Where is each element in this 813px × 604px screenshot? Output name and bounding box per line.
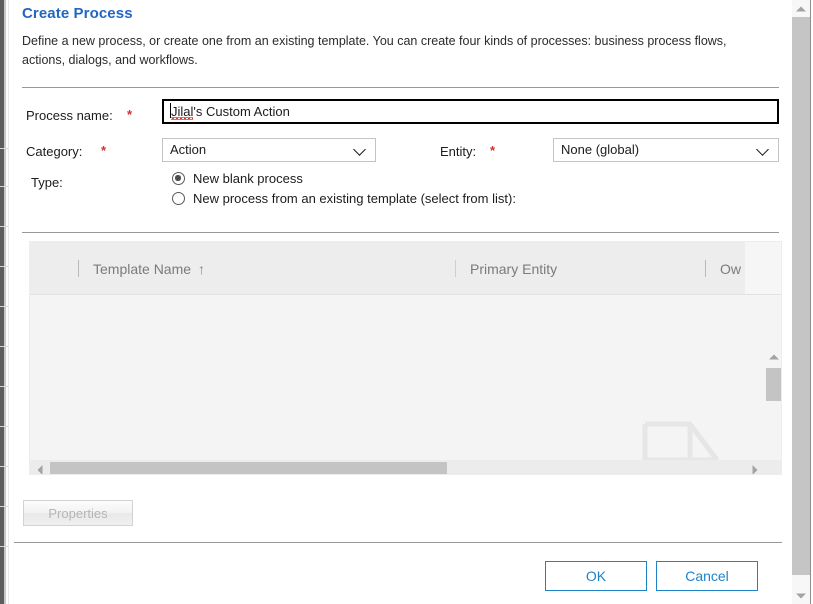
background-row-divider xyxy=(0,306,8,307)
column-divider xyxy=(78,260,79,277)
entity-select[interactable]: None (global) xyxy=(553,138,779,162)
column-header-owner[interactable]: Ow xyxy=(705,260,741,277)
ok-button-label: OK xyxy=(586,568,606,584)
column-header-primary-entity[interactable]: Primary Entity xyxy=(455,260,557,277)
template-grid: Template Name ↑ Primary Entity Ow xyxy=(29,241,782,475)
dialog-surface: Create Process Define a new process, or … xyxy=(8,0,789,604)
page-title: Create Process xyxy=(22,5,133,22)
create-process-dialog-window: Create Process Define a new process, or … xyxy=(0,0,813,604)
scroll-right-arrow-icon xyxy=(752,465,757,475)
window-scroll-thumb[interactable] xyxy=(792,17,810,575)
column-divider xyxy=(705,260,706,277)
template-grid-header: Template Name ↑ Primary Entity Ow xyxy=(30,242,782,295)
cancel-button[interactable]: Cancel xyxy=(656,561,758,591)
process-name-required-marker: * xyxy=(127,107,132,122)
background-row-divider xyxy=(0,226,8,227)
radio-new-blank-process-label: New blank process xyxy=(193,171,303,186)
cancel-button-label: Cancel xyxy=(685,568,729,584)
background-row-divider xyxy=(0,186,8,187)
header-divider xyxy=(22,87,779,88)
chevron-down-icon xyxy=(355,145,366,156)
entity-label: Entity: xyxy=(440,144,476,159)
properties-button-label: Properties xyxy=(48,506,107,521)
background-row-divider xyxy=(0,546,8,547)
radio-unselected-icon xyxy=(172,192,185,205)
background-row-divider xyxy=(0,148,8,149)
column-header-primary-entity-label: Primary Entity xyxy=(470,261,557,277)
column-header-template-name[interactable]: Template Name ↑ xyxy=(78,260,205,277)
radio-new-from-template[interactable]: New process from an existing template (s… xyxy=(172,191,516,206)
process-name-input[interactable]: Jilal's Custom Action xyxy=(162,99,779,124)
process-name-misspelled-word: Jilal xyxy=(171,104,193,120)
background-row-divider xyxy=(0,466,8,467)
background-row-divider xyxy=(0,266,8,267)
process-name-label: Process name: xyxy=(26,108,113,123)
window-right-edge-line xyxy=(810,0,811,604)
grid-scroll-left-button[interactable] xyxy=(30,460,49,475)
column-divider xyxy=(455,260,456,277)
background-row-divider xyxy=(0,346,8,347)
scroll-left-arrow-icon xyxy=(37,465,42,475)
grid-vertical-scrollbar[interactable] xyxy=(764,348,782,473)
radio-selected-icon xyxy=(172,172,185,185)
grid-horizontal-scroll-thumb[interactable] xyxy=(50,462,447,475)
window-left-edge-light xyxy=(4,0,6,604)
category-selected-value: Action xyxy=(170,142,206,157)
background-page-strip xyxy=(0,0,8,604)
grid-scroll-up-button[interactable] xyxy=(764,348,782,366)
radio-new-blank-process[interactable]: New blank process xyxy=(172,171,303,186)
scroll-up-arrow-icon xyxy=(769,355,779,360)
template-grid-body xyxy=(30,295,782,475)
entity-selected-value: None (global) xyxy=(561,142,639,157)
grid-horizontal-scrollbar[interactable] xyxy=(30,460,764,475)
radio-new-from-template-label: New process from an existing template (s… xyxy=(193,191,516,206)
window-scroll-up-button[interactable] xyxy=(792,0,810,17)
ok-button[interactable]: OK xyxy=(545,561,647,591)
category-required-marker: * xyxy=(101,143,106,158)
background-row-divider xyxy=(0,386,8,387)
scroll-up-arrow-icon xyxy=(796,6,806,11)
grid-vertical-scroll-thumb[interactable] xyxy=(766,368,782,401)
process-name-value-rest: 's Custom Action xyxy=(193,104,289,119)
category-label: Category: xyxy=(26,144,82,159)
grid-scrollbar-corner xyxy=(764,460,782,475)
window-scroll-down-button[interactable] xyxy=(792,587,810,604)
form-divider xyxy=(22,232,779,233)
background-row-divider xyxy=(0,426,8,427)
grid-scroll-right-button[interactable] xyxy=(745,460,764,475)
column-header-template-name-label: Template Name xyxy=(93,261,191,277)
background-row-divider xyxy=(0,506,8,507)
column-header-owner-label: Ow xyxy=(720,261,741,277)
chevron-down-icon xyxy=(758,145,769,156)
category-select[interactable]: Action xyxy=(162,138,376,162)
properties-button[interactable]: Properties xyxy=(23,500,133,526)
dialog-description: Define a new process, or create one from… xyxy=(22,32,767,70)
type-label: Type: xyxy=(31,175,63,190)
header-scroll-spacer xyxy=(745,242,782,294)
entity-required-marker: * xyxy=(490,143,495,158)
footer-divider xyxy=(14,542,782,543)
scroll-down-arrow-icon xyxy=(796,593,806,598)
sort-ascending-icon: ↑ xyxy=(198,262,205,276)
